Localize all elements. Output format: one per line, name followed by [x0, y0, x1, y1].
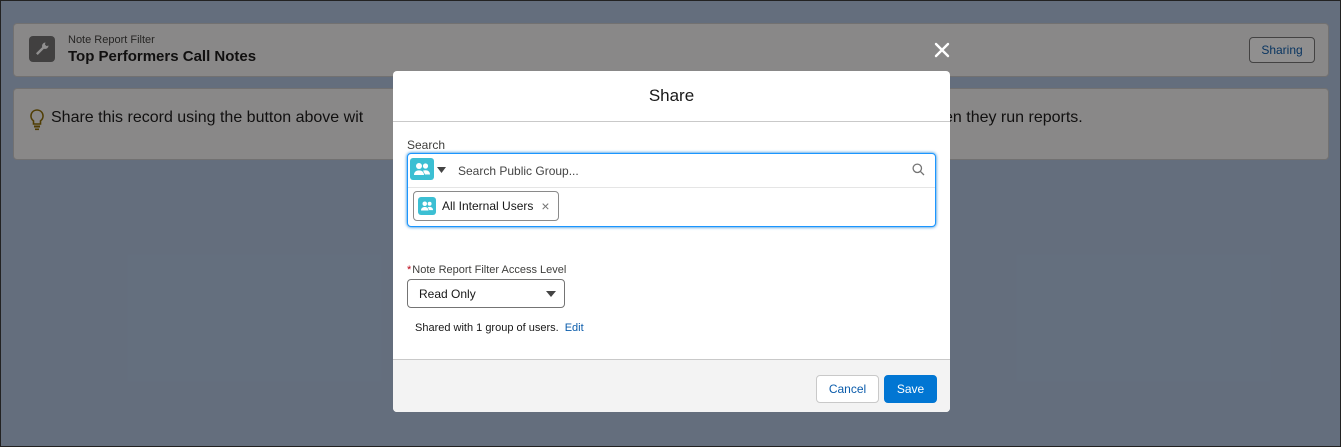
access-level-select[interactable]: Read Only [407, 279, 565, 308]
selected-group-pill: All Internal Users × [413, 191, 559, 221]
search-lookup: All Internal Users × [407, 153, 936, 227]
access-level-label: *Note Report Filter Access Level [407, 264, 566, 276]
modal-footer: Cancel Save [393, 359, 950, 412]
access-level-label-text: Note Report Filter Access Level [412, 264, 567, 276]
share-modal: Share Search All Internal Users × *Note … [393, 71, 950, 412]
search-label: Search [407, 138, 446, 152]
modal-title: Share [393, 71, 950, 122]
app-frame: Note Report Filter Top Performers Call N… [0, 0, 1341, 447]
close-icon[interactable] [929, 37, 955, 63]
cancel-button[interactable]: Cancel [816, 375, 879, 403]
save-button[interactable]: Save [884, 375, 937, 403]
required-mark: * [407, 264, 412, 276]
groups-icon[interactable] [410, 158, 434, 180]
remove-icon[interactable]: × [541, 198, 549, 214]
search-input[interactable] [456, 161, 900, 181]
access-level-value: Read Only [419, 287, 476, 301]
shared-summary: Shared with 1 group of users. Edit [415, 322, 584, 334]
edit-link[interactable]: Edit [565, 322, 584, 334]
shared-text: Shared with 1 group of users. [415, 322, 559, 334]
chevron-down-icon [546, 291, 556, 297]
chevron-down-icon[interactable] [437, 167, 446, 173]
pill-label: All Internal Users [442, 199, 534, 213]
groups-icon [418, 197, 436, 215]
search-icon [912, 163, 925, 176]
search-row [408, 154, 935, 188]
